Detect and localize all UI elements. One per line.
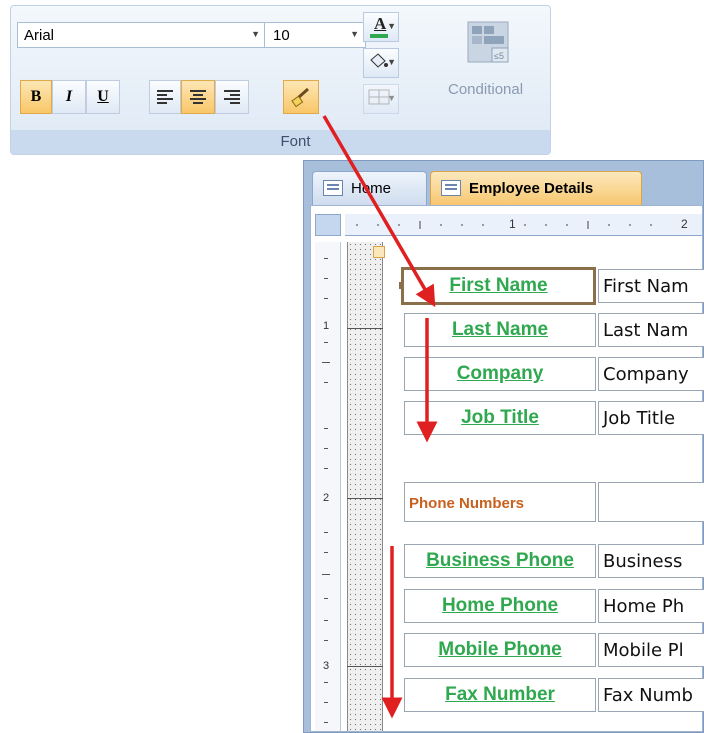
fill-color-button[interactable]: ▼ <box>363 48 399 78</box>
paintbrush-icon <box>291 87 309 108</box>
horizontal-ruler: 1 2 <box>345 214 702 236</box>
font-group-label: Font <box>11 130 550 154</box>
field-business-phone[interactable]: Business <box>598 544 704 578</box>
chevron-down-icon[interactable]: ▼ <box>350 29 359 39</box>
ruler-mark: 2 <box>323 492 330 504</box>
gridlines-button[interactable]: ▼ <box>363 84 399 114</box>
field-first-name[interactable]: First Nam <box>598 269 704 303</box>
ruler-tick <box>324 342 328 343</box>
chevron-down-icon[interactable]: ▼ <box>387 57 396 67</box>
font-color-swatch <box>370 34 388 38</box>
ruler-tick <box>324 258 328 259</box>
label-home-phone[interactable]: Home Phone <box>404 589 596 623</box>
ruler-tick <box>324 552 328 553</box>
grid-line <box>347 498 383 499</box>
grid-line <box>347 328 383 329</box>
form-selector-icon[interactable] <box>373 246 385 258</box>
ruler-tick <box>324 448 328 449</box>
field-mobile-phone[interactable]: Mobile Pl <box>598 633 704 667</box>
form-icon <box>323 180 343 196</box>
ruler-tick <box>324 278 328 279</box>
conditional-label[interactable]: Conditional <box>448 81 523 98</box>
font-name-combo[interactable]: Arial ▼ <box>17 22 267 48</box>
align-center-button[interactable] <box>181 80 215 114</box>
svg-text:≤5: ≤5 <box>494 51 504 61</box>
label-last-name[interactable]: Last Name <box>404 313 596 347</box>
align-center-icon <box>190 90 206 104</box>
tab-employee-details-label: Employee Details <box>469 180 594 197</box>
ruler-tick <box>324 702 328 703</box>
chevron-down-icon[interactable]: ▼ <box>251 29 260 39</box>
field-phone-numbers-blank[interactable] <box>598 482 704 522</box>
align-left-button[interactable] <box>149 80 181 114</box>
bold-button[interactable]: B <box>20 80 52 114</box>
ruler-tick <box>324 428 328 429</box>
label-job-title[interactable]: Job Title <box>404 401 596 435</box>
ruler-tick <box>324 682 328 683</box>
align-right-icon <box>224 90 240 104</box>
ruler-tick <box>324 640 328 641</box>
label-fax-number[interactable]: Fax Number <box>404 678 596 712</box>
ruler-mark: 1 <box>323 320 330 332</box>
tab-employee-details[interactable]: Employee Details <box>430 171 642 205</box>
format-painter-button[interactable] <box>283 80 319 114</box>
label-business-phone[interactable]: Business Phone <box>404 544 596 578</box>
field-last-name[interactable]: Last Nam <box>598 313 704 347</box>
ruler-mark: 3 <box>323 660 330 672</box>
align-right-button[interactable] <box>215 80 249 114</box>
label-company[interactable]: Company <box>404 357 596 391</box>
ruler-tick <box>324 620 328 621</box>
ruler-tick <box>324 532 328 533</box>
font-color-label: A <box>374 14 387 33</box>
field-home-phone[interactable]: Home Ph <box>598 589 704 623</box>
ruler-tick <box>324 598 328 599</box>
grid-line <box>347 666 383 667</box>
tab-home[interactable]: Home <box>312 171 427 205</box>
chevron-down-icon[interactable]: ▼ <box>387 21 396 31</box>
label-phone-numbers[interactable]: Phone Numbers <box>404 482 596 522</box>
ruler-tick <box>324 468 328 469</box>
ruler-tick <box>322 362 330 363</box>
font-name-value: Arial <box>24 27 55 44</box>
field-fax-number[interactable]: Fax Numb <box>598 678 704 712</box>
tab-home-label: Home <box>351 180 392 197</box>
ruler-corner[interactable] <box>315 214 341 236</box>
field-company[interactable]: Company <box>598 357 704 391</box>
font-ribbon-group: Arial ▼ 10 ▼ B I U A ▼ ▼ ▼ ≤5 Conditiona… <box>10 5 551 155</box>
ruler-tick <box>324 722 328 723</box>
font-color-button[interactable]: A ▼ <box>363 12 399 42</box>
conditional-formatting-icon[interactable]: ≤5 <box>464 20 516 68</box>
ruler-tick <box>324 298 328 299</box>
section-grid <box>347 242 383 731</box>
label-mobile-phone[interactable]: Mobile Phone <box>404 633 596 667</box>
ruler-tick <box>322 574 330 575</box>
font-size-value: 10 <box>273 27 290 44</box>
italic-button[interactable]: I <box>52 80 86 114</box>
field-job-title[interactable]: Job Title <box>598 401 704 435</box>
form-icon <box>441 180 461 196</box>
font-size-combo[interactable]: 10 ▼ <box>264 22 366 48</box>
vertical-ruler: 1 2 3 <box>315 242 341 731</box>
label-first-name[interactable]: First Name <box>401 267 596 305</box>
align-left-icon <box>157 90 173 104</box>
chevron-down-icon[interactable]: ▼ <box>387 93 396 103</box>
ruler-tick <box>324 382 328 383</box>
ruler-ticks <box>356 221 652 229</box>
underline-button[interactable]: U <box>86 80 120 114</box>
